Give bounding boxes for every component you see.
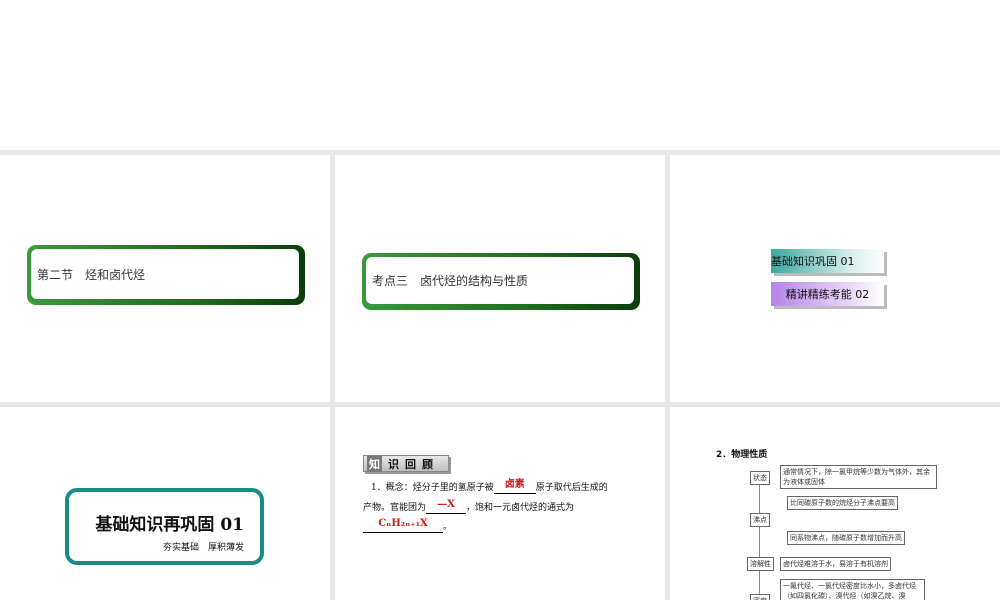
text: 。 xyxy=(443,522,453,532)
badge-char: 回 xyxy=(405,457,416,471)
section-heading: 2．物理性质 xyxy=(716,450,768,460)
text: 1．概念：烃分子里的氢原子被 xyxy=(371,483,494,493)
node-solubility: 溶解性 xyxy=(747,557,774,571)
menu-item-practice[interactable]: 精讲精练考能 02 xyxy=(771,282,884,306)
badge-char: 知 xyxy=(367,455,382,472)
node-state: 状态 xyxy=(750,471,770,485)
text-boiling-2: 同系物沸点，随碳原子数增加而升高 xyxy=(787,531,905,545)
text: ，饱和一元卤代烃的通式为 xyxy=(466,503,575,513)
text: 原子取代后生成的 xyxy=(535,483,608,493)
text-state: 通常情况下，除一氯甲烷等少数为气体外，其余为液体或固体 xyxy=(780,465,937,489)
badge-char: 顾 xyxy=(422,457,433,471)
slide-thumbnail-1[interactable]: 第二节 烃和卤代烃 xyxy=(0,155,330,402)
answer: 卤素 xyxy=(504,479,525,490)
text-density: 一氟代烃、一氯代烃密度比水小，多卤代烃（如四氯化碳）、溴代烃（如溴乙烷、溴苯）、… xyxy=(780,579,925,600)
answer: CₙH₂ₙ₊₁X xyxy=(378,518,428,529)
concept-line-2: 产物。官能团为 —X ，饱和一元卤代烃的通式为 xyxy=(363,499,575,514)
text-solubility: 卤代烃难溶于水，易溶于有机溶剂 xyxy=(780,557,891,571)
slide-thumbnail-6[interactable]: 2．物理性质 状态 通常情况下，除一氯甲烷等少数为气体外，其余为液体或固体 沸点… xyxy=(670,407,1000,600)
title-frame: 基础知识再巩固 01 夯实基础 厚积薄发 xyxy=(65,488,264,565)
slide-thumbnail-4[interactable]: 基础知识再巩固 01 夯实基础 厚积薄发 xyxy=(0,407,330,600)
slide-thumbnail-5[interactable]: 知 识 回 顾 1．概念：烃分子里的氢原子被 卤素 原子取代后生成的 产物。官能团为… xyxy=(335,407,665,600)
slide-thumbnail-3[interactable]: 基础知识巩固 01 精讲精练考能 02 xyxy=(670,155,1000,402)
slide-title: 基础知识再巩固 01 xyxy=(95,515,244,535)
badge-char: 识 xyxy=(388,457,399,471)
title-frame: 第二节 烃和卤代烃 xyxy=(27,245,305,305)
node-boiling: 沸点 xyxy=(750,513,770,527)
connector xyxy=(759,477,760,600)
answer: —X xyxy=(437,499,455,510)
concept-line-1: 1．概念：烃分子里的氢原子被 卤素 原子取代后生成的 xyxy=(371,479,608,494)
node-density: 密度 xyxy=(750,594,770,600)
top-blank-area xyxy=(0,0,1000,150)
text-boiling-1: 比同碳原子数的烷烃分子沸点要高 xyxy=(787,496,898,510)
title-frame: 考点三 卤代烃的结构与性质 xyxy=(362,253,640,310)
knowledge-review-badge: 知 识 回 顾 xyxy=(363,455,449,472)
menu-item-basics[interactable]: 基础知识巩固 01 xyxy=(771,249,884,273)
slide-thumbnail-2[interactable]: 考点三 卤代烃的结构与性质 xyxy=(335,155,665,402)
topic-title: 考点三 卤代烃的结构与性质 xyxy=(366,257,634,304)
slide-subtitle: 夯实基础 厚积薄发 xyxy=(162,543,244,553)
section-title: 第二节 烃和卤代烃 xyxy=(31,249,299,299)
text: 产物。官能团为 xyxy=(363,503,427,513)
concept-line-3: CₙH₂ₙ₊₁X 。 xyxy=(363,518,453,533)
